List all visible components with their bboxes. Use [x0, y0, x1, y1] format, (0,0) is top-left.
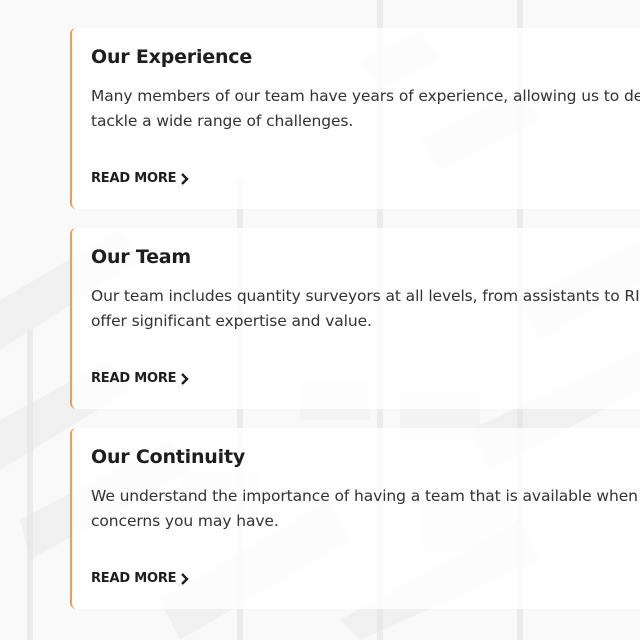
- card-title: Our Team: [91, 246, 192, 268]
- card-description: We understand the importance of having a…: [91, 484, 640, 534]
- read-more-label: READ MORE: [91, 571, 177, 586]
- read-more-link[interactable]: READ MORE: [91, 171, 190, 186]
- card-description-line1: We understand the importance of having a…: [91, 487, 638, 505]
- chevron-right-icon: [181, 172, 190, 185]
- chevron-right-icon: [181, 372, 190, 385]
- page: Our Experience Many members of our team …: [0, 0, 640, 640]
- chevron-right-icon: [181, 572, 190, 585]
- card-description: Many members of our team have years of e…: [91, 84, 640, 134]
- card-description-line2: concerns you may have.: [91, 512, 279, 530]
- card-title: Our Continuity: [91, 446, 246, 468]
- read-more-label: READ MORE: [91, 371, 177, 386]
- card-our-experience: Our Experience Many members of our team …: [70, 28, 640, 209]
- card-description-line1: Our team includes quantity surveyors at …: [91, 287, 640, 305]
- read-more-link[interactable]: READ MORE: [91, 571, 190, 586]
- feature-cards: Our Experience Many members of our team …: [70, 28, 640, 628]
- card-description-line2: tackle a wide range of challenges.: [91, 112, 354, 130]
- card-our-continuity: Our Continuity We understand the importa…: [70, 428, 640, 609]
- card-our-team: Our Team Our team includes quantity surv…: [70, 228, 640, 409]
- read-more-label: READ MORE: [91, 171, 177, 186]
- card-description-line1: Many members of our team have years of e…: [91, 87, 640, 105]
- card-title: Our Experience: [91, 46, 253, 68]
- card-description-line2: offer significant expertise and value.: [91, 312, 372, 330]
- card-description: Our team includes quantity surveyors at …: [91, 284, 640, 334]
- read-more-link[interactable]: READ MORE: [91, 371, 190, 386]
